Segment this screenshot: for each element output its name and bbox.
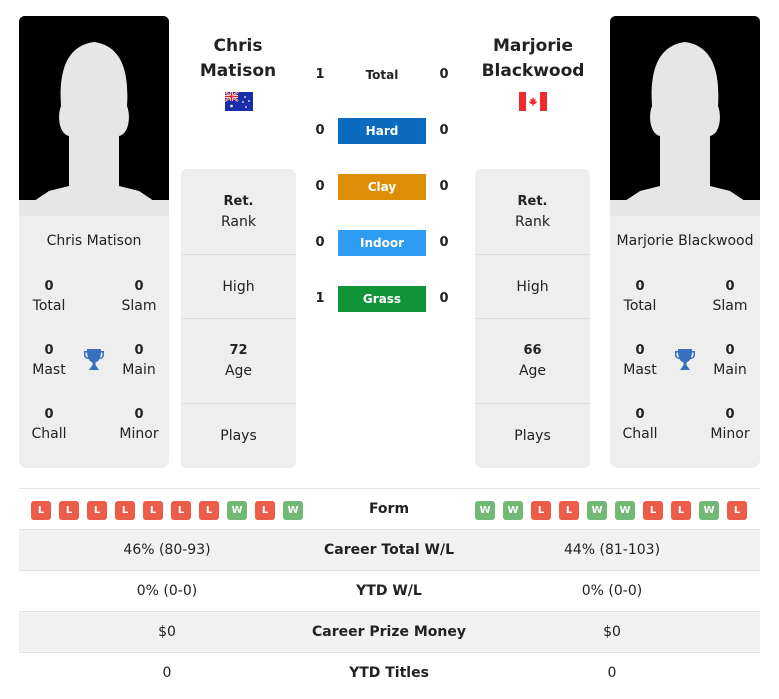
player1-photo xyxy=(19,16,169,216)
player1-rank: Ret. Rank xyxy=(221,193,256,230)
player1-total-titles: 0 Total xyxy=(32,279,66,314)
player2-chall-titles: 0 Chall xyxy=(622,407,658,442)
surface-total-label: Total xyxy=(365,68,399,82)
h2h-row-hard: 0 Hard 0 xyxy=(300,118,470,144)
form-badge-loss[interactable]: L xyxy=(559,501,579,520)
form-badge-loss[interactable]: L xyxy=(671,501,691,520)
form-badge-win[interactable]: W xyxy=(615,501,635,520)
form-badge-loss[interactable]: L xyxy=(87,501,107,520)
player2-main-titles: 0 Main xyxy=(713,343,747,378)
row-label: Career Prize Money xyxy=(311,624,466,640)
form-badge-loss[interactable]: L xyxy=(171,501,191,520)
h2h-row-total: 1 Total 0 xyxy=(300,62,470,88)
table-row: $0 Career Prize Money $0 xyxy=(19,611,760,652)
h2h-row-indoor: 0 Indoor 0 xyxy=(300,230,470,256)
form-badge-win[interactable]: W xyxy=(587,501,607,520)
form-badge-loss[interactable]: L xyxy=(31,501,51,520)
row-label: YTD W/L xyxy=(356,583,422,599)
player2-total-titles: 0 Total xyxy=(623,279,657,314)
player1-value: 0% (0-0) xyxy=(136,583,198,599)
form-badge-win[interactable]: W xyxy=(699,501,719,520)
canada-flag-icon xyxy=(519,92,547,111)
form-badge-loss[interactable]: L xyxy=(59,501,79,520)
player2-minor-titles: 0 Minor xyxy=(710,407,750,442)
player1-value: 0 xyxy=(162,665,172,681)
player1-plays: Plays xyxy=(181,403,296,468)
player1-value: $0 xyxy=(158,624,176,640)
table-row: 0 YTD Titles 0 xyxy=(19,652,760,693)
surface-indoor-badge[interactable]: Indoor xyxy=(338,230,426,256)
player2-slam-titles: 0 Slam xyxy=(712,279,748,314)
player1-card-name: Chris Matison xyxy=(46,233,142,249)
player1-chall-titles: 0 Chall xyxy=(31,407,67,442)
h2h-row-grass: 1 Grass 0 xyxy=(300,286,470,312)
form-row: L L L L L L L W L W Form W W L L W W L L… xyxy=(19,488,760,529)
form-badge-loss[interactable]: L xyxy=(199,501,219,520)
form-badge-win[interactable]: W xyxy=(475,501,495,520)
form-label: Form xyxy=(368,501,410,517)
comparison-table: 46% (80-93) Career Total W/L 44% (81-103… xyxy=(19,529,760,693)
player2-mast-titles: 0 Mast xyxy=(623,343,657,378)
player2-name-heading[interactable]: Marjorie Blackwood xyxy=(458,34,608,84)
player1-titles-card: Chris Matison 0 Total 0 Slam 0 Mast 0 Ma… xyxy=(19,216,169,468)
surface-clay-badge[interactable]: Clay xyxy=(338,174,426,200)
row-label: Career Total W/L xyxy=(324,542,454,558)
surface-grass-badge[interactable]: Grass xyxy=(338,286,426,312)
form-badge-win[interactable]: W xyxy=(503,501,523,520)
player1-main-titles: 0 Main xyxy=(122,343,156,378)
h2h-row-clay: 0 Clay 0 xyxy=(300,174,470,200)
player1-form: L L L L L L L W L W xyxy=(31,501,303,520)
player2-value: $0 xyxy=(603,624,621,640)
form-badge-loss[interactable]: L xyxy=(115,501,135,520)
player2-plays: Plays xyxy=(475,403,590,468)
player2-value: 44% (81-103) xyxy=(563,542,661,558)
player1-name-heading[interactable]: Chris Matison xyxy=(163,34,313,84)
player2-rank: Ret. Rank xyxy=(515,193,550,230)
player1-value: 46% (80-93) xyxy=(123,542,211,558)
player2-card-name: Marjorie Blackwood xyxy=(616,233,754,249)
form-badge-win[interactable]: W xyxy=(283,501,303,520)
player1-slam-titles: 0 Slam xyxy=(121,279,157,314)
player1-high-rank: High xyxy=(181,254,296,318)
form-badge-loss[interactable]: L xyxy=(531,501,551,520)
player1-mast-titles: 0 Mast xyxy=(32,343,66,378)
table-row: 0% (0-0) YTD W/L 0% (0-0) xyxy=(19,570,760,611)
player2-photo xyxy=(610,16,760,216)
player2-high-rank: High xyxy=(475,254,590,318)
player2-form: W W L L W W L L W L xyxy=(475,501,747,520)
row-label: YTD Titles xyxy=(349,665,429,681)
trophy-icon xyxy=(675,349,695,370)
silhouette-icon xyxy=(610,16,760,216)
australia-flag-icon xyxy=(225,92,253,111)
trophy-icon xyxy=(84,349,104,370)
player2-titles-card: Marjorie Blackwood 0 Total 0 Slam 0 Mast… xyxy=(610,216,760,468)
form-badge-loss[interactable]: L xyxy=(143,501,163,520)
player1-age: 72 Age xyxy=(181,318,296,403)
player2-value: 0 xyxy=(607,665,617,681)
form-badge-loss[interactable]: L xyxy=(727,501,747,520)
surface-hard-badge[interactable]: Hard xyxy=(338,118,426,144)
form-badge-loss[interactable]: L xyxy=(255,501,275,520)
table-row: 46% (80-93) Career Total W/L 44% (81-103… xyxy=(19,529,760,570)
player2-age: 66 Age xyxy=(475,318,590,403)
form-badge-win[interactable]: W xyxy=(227,501,247,520)
form-badge-loss[interactable]: L xyxy=(643,501,663,520)
silhouette-icon xyxy=(19,16,169,216)
player2-value: 0% (0-0) xyxy=(581,583,643,599)
player2-info-panel: Ret. Rank High 66 Age Plays xyxy=(475,169,590,468)
player1-info-panel: Ret. Rank High 72 Age Plays xyxy=(181,169,296,468)
player1-minor-titles: 0 Minor xyxy=(119,407,159,442)
